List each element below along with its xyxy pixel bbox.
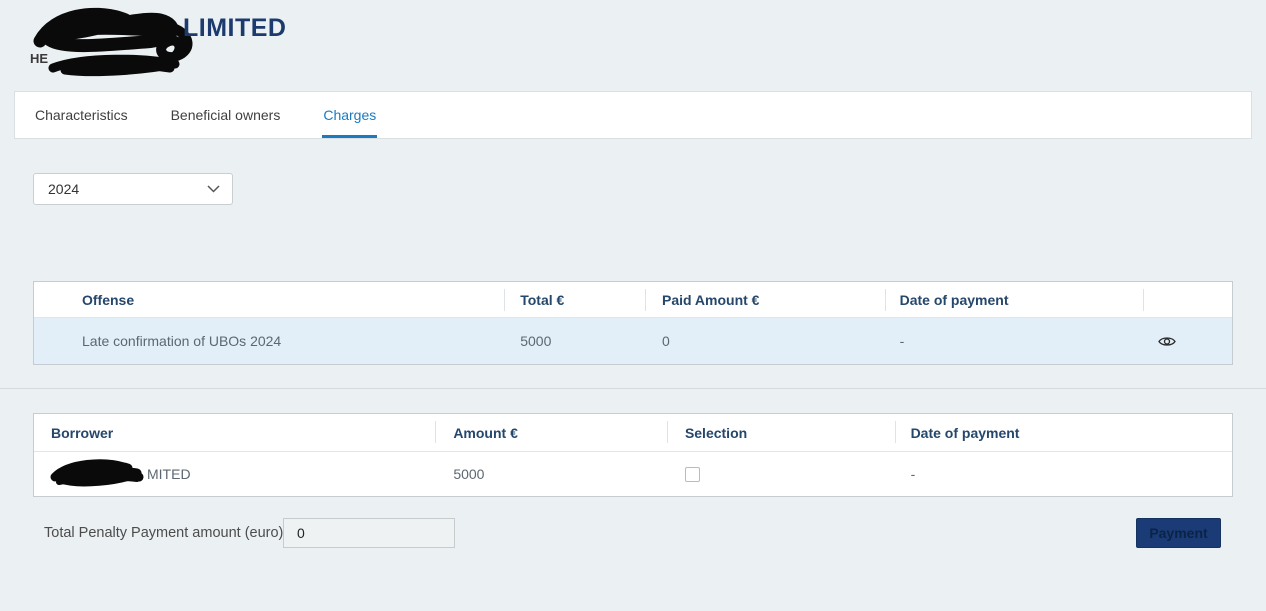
date-of-payment-cell: - <box>899 333 905 349</box>
registration-number: HE <box>30 51 49 66</box>
borrower-selection-checkbox[interactable] <box>684 466 700 482</box>
year-dropdown-value: 2024 <box>48 181 80 197</box>
borrowers-table-row: MITED 5000 - <box>34 452 1232 496</box>
tab-charges[interactable]: Charges <box>322 92 378 138</box>
tab-bar: Characteristics Beneficial owners Charge… <box>14 91 1252 139</box>
charges-table-row: Late confirmation of UBOs 2024 5000 0 - <box>34 318 1232 364</box>
view-details-button[interactable] <box>1158 335 1176 348</box>
charges-page: LIMITED HE Characteristics Beneficial ow… <box>0 0 1266 611</box>
total-penalty-input[interactable] <box>283 518 455 548</box>
col-header-date-of-payment: Date of payment <box>884 282 1144 317</box>
eye-icon <box>1158 336 1176 346</box>
col-header-date-of-payment-2: Date of payment <box>894 414 1232 451</box>
payment-button[interactable]: Payment <box>1136 518 1221 548</box>
tab-beneficial-owners[interactable]: Beneficial owners <box>170 92 282 138</box>
col-header-actions <box>1143 282 1232 317</box>
borrowers-table-header: Borrower Amount € Selection Date of paym… <box>34 414 1232 452</box>
borrower-name: MITED <box>50 459 191 489</box>
total-cell: 5000 <box>520 333 552 349</box>
redaction-scribble-borrower <box>50 459 144 487</box>
company-name: LIMITED <box>183 14 287 42</box>
col-header-amount: Amount € <box>435 414 667 451</box>
amount-cell: 5000 <box>453 466 485 482</box>
chevron-down-icon <box>207 185 220 193</box>
offense-cell: Late confirmation of UBOs 2024 <box>82 333 282 349</box>
col-header-borrower: Borrower <box>51 424 114 441</box>
paid-amount-cell: 0 <box>661 333 670 349</box>
borrowers-table: Borrower Amount € Selection Date of paym… <box>33 413 1233 497</box>
borrower-name-visible-text: MITED <box>147 466 191 482</box>
tab-characteristics[interactable]: Characteristics <box>34 92 129 138</box>
charges-table-header: Offense Total € Paid Amount € Date of pa… <box>34 282 1232 318</box>
col-header-offense: Offense <box>82 291 135 308</box>
col-header-paid-amount: Paid Amount € <box>644 282 885 317</box>
total-penalty-label: Total Penalty Payment amount (euro) : <box>44 525 292 541</box>
section-divider <box>0 388 1266 389</box>
charges-table: Offense Total € Paid Amount € Date of pa… <box>33 281 1233 365</box>
borrower-date-of-payment-cell: - <box>910 466 916 482</box>
col-header-selection: Selection <box>666 414 895 451</box>
year-dropdown[interactable]: 2024 <box>33 173 233 205</box>
col-header-total: Total € <box>504 282 645 317</box>
